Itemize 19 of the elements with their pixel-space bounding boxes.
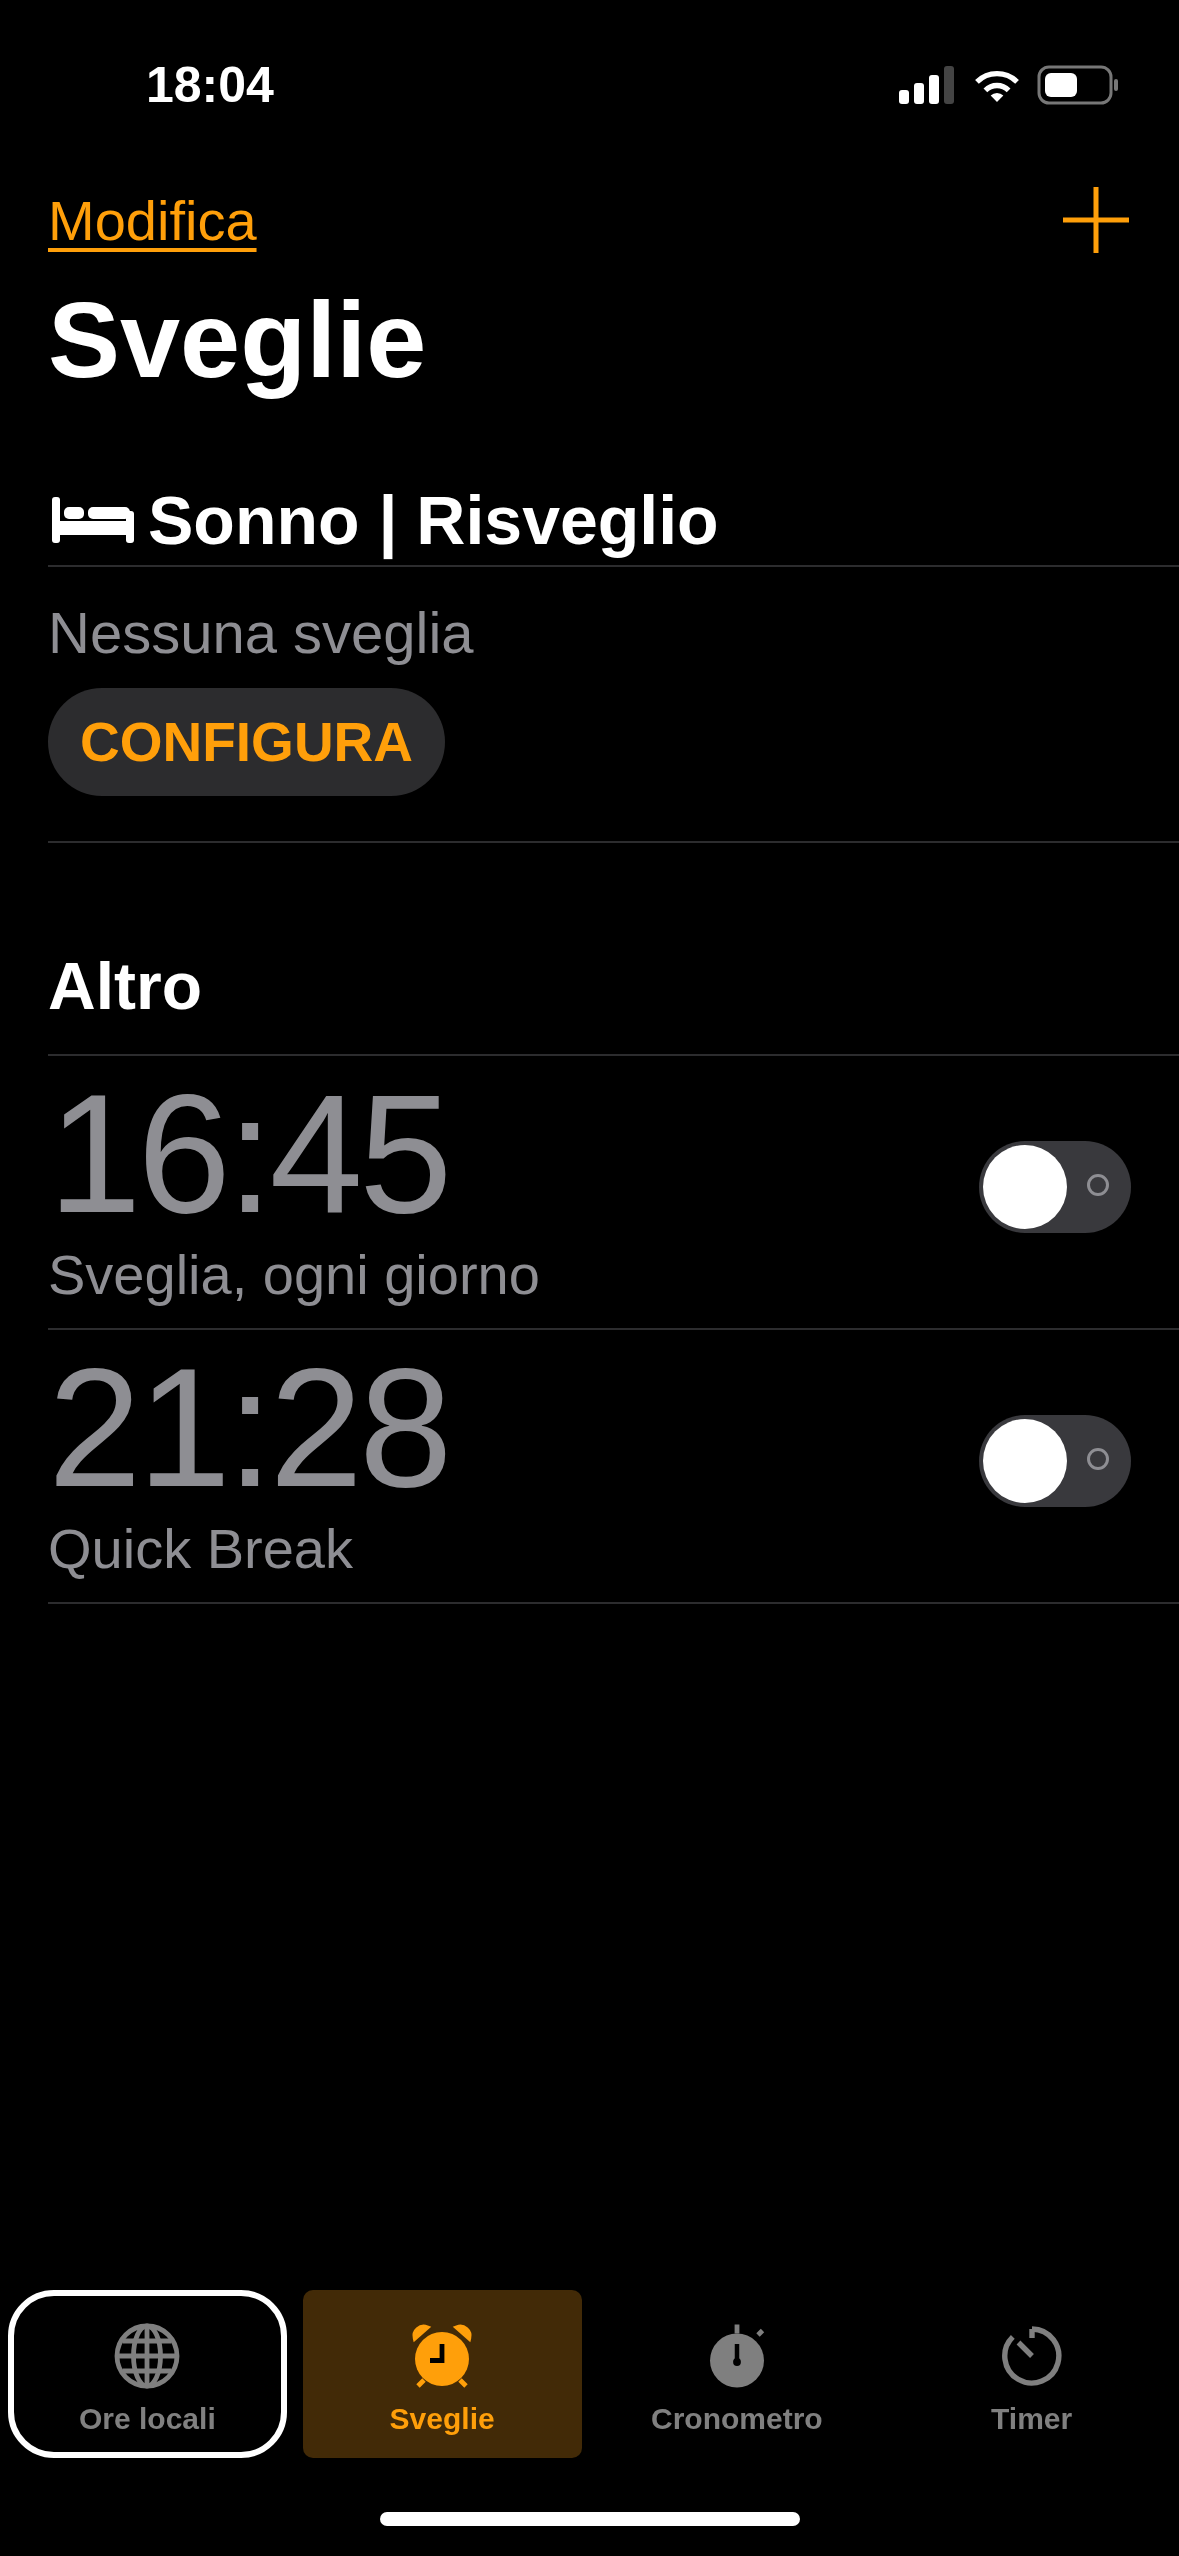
- alarm-time: 16:45: [48, 1067, 450, 1242]
- bed-icon: [52, 497, 134, 543]
- signal-icon: [899, 66, 957, 104]
- tab-button[interactable]: Cronometro: [597, 2290, 877, 2458]
- add-icon[interactable]: [1063, 187, 1129, 253]
- tab-button[interactable]: Timer: [892, 2290, 1171, 2458]
- configure-button[interactable]: CONFIGURA: [48, 688, 446, 796]
- empty-text: Nessuna sveglia: [48, 599, 475, 666]
- battery-icon: [1037, 65, 1119, 105]
- section-title: Sonno | Risveglio: [148, 481, 719, 559]
- status-time: 18:04: [146, 56, 274, 114]
- tab-button[interactable]: Sveglie: [302, 2290, 582, 2458]
- alarm-time: 21:28: [48, 1341, 449, 1516]
- tab-button[interactable]: Ore locali: [8, 2290, 287, 2458]
- page-title: Sveglie: [48, 278, 428, 402]
- section-title: Altro: [48, 948, 203, 1024]
- edit-link[interactable]: Modifica: [48, 187, 257, 253]
- alarm-label: Sveglia, ogni giorno: [48, 1242, 540, 1307]
- alarm-label: Quick Break: [48, 1516, 354, 1581]
